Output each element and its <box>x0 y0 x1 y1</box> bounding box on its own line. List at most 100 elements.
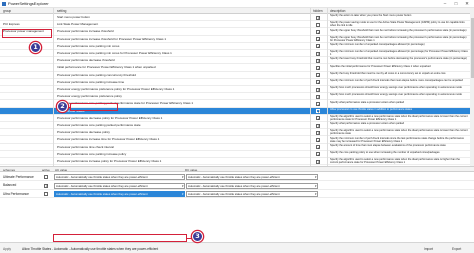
table-row[interactable]: Processor performance increase threshold… <box>0 36 470 43</box>
table-row[interactable]: Start menu power button Specify the actio… <box>0 14 470 22</box>
hidden-checkbox[interactable] <box>316 130 321 135</box>
table-row[interactable]: Processor performance time check interva… <box>0 144 470 151</box>
description-cell: Specify the action to take when you pres… <box>330 14 412 18</box>
hidden-checkbox[interactable] <box>316 102 321 107</box>
chevron-down-icon[interactable]: ▾ <box>182 184 184 188</box>
column-header-schemes[interactable]: schemes <box>3 168 15 172</box>
minimize-icon[interactable]: – <box>440 0 450 7</box>
scheme-row[interactable]: Ultimate Performance Automatic - Automati… <box>0 173 474 181</box>
description-cell: Specify the algorithm used to select a n… <box>330 115 468 122</box>
hidden-checkbox[interactable] <box>316 94 321 99</box>
hidden-checkbox[interactable] <box>316 152 321 157</box>
chevron-down-icon[interactable]: ▾ <box>315 184 317 188</box>
hidden-checkbox[interactable] <box>316 22 320 27</box>
highlight-box-ac-value <box>53 234 187 242</box>
group-cell: PCI Express <box>3 22 20 27</box>
setting-cell: Processor performance core parking min c… <box>57 51 172 55</box>
ac-value-dropdown[interactable]: Automatic - Automatically use throttle s… <box>54 174 185 180</box>
hidden-checkbox[interactable] <box>316 44 321 49</box>
description-cell: Allow processors to use throttle states … <box>330 107 413 111</box>
chevron-down-icon[interactable]: ▾ <box>182 192 184 196</box>
description-cell: Specify the minimum number of unparked c… <box>330 50 468 57</box>
export-button[interactable]: Export <box>452 247 461 251</box>
ac-value-text: Automatic - Automatically use throttle s… <box>56 183 148 188</box>
active-checkbox[interactable] <box>44 175 48 179</box>
column-header-group[interactable]: group <box>3 9 11 13</box>
active-checkbox[interactable] <box>44 183 49 188</box>
scheme-name: Ultimate Performance <box>3 174 34 179</box>
chevron-down-icon[interactable]: ▾ <box>315 192 317 196</box>
setting-cell: Processor performance decrease threshold <box>57 58 115 63</box>
setting-cell: Processor performance increase threshold <box>57 29 114 34</box>
hidden-checkbox[interactable] <box>316 66 321 71</box>
table-row[interactable]: Processor energy performance preference … <box>0 86 470 94</box>
close-icon[interactable]: ✕ <box>462 0 472 7</box>
apply-button[interactable]: Apply <box>3 247 11 251</box>
ac-value-dropdown[interactable]: Automatic - Automatically use throttle s… <box>54 191 185 197</box>
column-header-setting[interactable]: setting <box>57 9 66 13</box>
table-row[interactable]: Initial performance for Processor Power … <box>0 64 470 72</box>
table-row[interactable]: PCI Express Link State Power Management Sp… <box>0 21 470 29</box>
chevron-down-icon[interactable]: ▾ <box>182 175 184 179</box>
description-cell: Specify how much processors should favor… <box>330 86 462 90</box>
ac-value-dropdown[interactable]: Automatic - Automatically use throttle s… <box>54 182 185 189</box>
description-cell: Specify the core parking policy to use w… <box>330 151 440 155</box>
column-header-hidden[interactable]: hidden <box>313 9 323 13</box>
scheme-row[interactable]: Balanced Automatic - Automatically use th… <box>0 182 474 190</box>
hidden-checkbox[interactable] <box>316 145 321 150</box>
scheme-row[interactable]: Ultra Performance Automatic - Automatical… <box>0 190 474 198</box>
table-row[interactable]: Processor performance core parking min c… <box>0 43 470 50</box>
hidden-checkbox[interactable] <box>316 30 321 35</box>
active-checkbox[interactable] <box>44 192 48 196</box>
status-bar: Apply Allow Throttle States - Automatic … <box>0 242 474 253</box>
hidden-checkbox[interactable] <box>316 159 321 164</box>
settings-grid[interactable]: Start menu power button Specify the actio… <box>0 14 470 166</box>
dc-value-dropdown[interactable]: Automatic - Automatically use throttle s… <box>186 191 318 197</box>
table-row[interactable]: Processor performance core parking incre… <box>0 151 470 158</box>
step-badge-1: 1 <box>30 42 41 53</box>
hidden-checkbox[interactable] <box>316 116 321 121</box>
description-cell: Specify the upper busy threshold that mu… <box>330 35 467 42</box>
column-header-dc[interactable]: DC value <box>185 168 197 172</box>
dc-value-dropdown[interactable]: Automatic - Automatically use throttle s… <box>186 174 318 180</box>
hidden-checkbox[interactable] <box>316 80 321 85</box>
setting-cell: Processor performance increase time for … <box>57 137 160 142</box>
hidden-checkbox[interactable] <box>316 15 321 20</box>
maximize-icon[interactable]: □ <box>451 0 461 7</box>
hidden-checkbox[interactable] <box>316 51 321 56</box>
title-bar: PowerSettingsExplorer – □ ✕ <box>0 0 474 8</box>
table-row[interactable]: Processor performance increase time for … <box>0 136 470 144</box>
column-header-description[interactable]: description <box>330 9 345 13</box>
import-button[interactable]: Import <box>424 247 433 251</box>
setting-cell: Processor performance decrease policy <box>57 130 110 135</box>
hidden-checkbox[interactable] <box>316 58 321 63</box>
hidden-checkbox[interactable] <box>316 37 321 42</box>
hidden-checkbox[interactable] <box>316 123 321 128</box>
table-row[interactable]: Processor performance core parking parke… <box>0 122 470 130</box>
table-row[interactable]: Processor performance core parking concu… <box>0 72 470 79</box>
table-row[interactable]: Processor performance decrease threshold… <box>0 57 470 65</box>
description-cell: Specify how much processors should favor… <box>330 93 462 97</box>
table-row[interactable]: Processor performance core parking min c… <box>0 50 470 58</box>
scrollbar-thumb[interactable] <box>470 18 474 78</box>
hidden-checkbox[interactable] <box>316 109 321 114</box>
vertical-scrollbar[interactable] <box>470 8 474 166</box>
table-row[interactable]: Processor performance core parking incre… <box>0 79 470 86</box>
hidden-checkbox[interactable] <box>316 73 321 78</box>
scheme-name: Ultra Performance <box>3 191 29 196</box>
hidden-checkbox[interactable] <box>316 138 321 143</box>
scheme-name: Balanced <box>3 183 17 188</box>
step-badge-3: 3 <box>192 231 203 242</box>
setting-cell: Processor performance time check interva… <box>57 144 114 149</box>
dc-value-dropdown[interactable]: Automatic - Automatically use throttle s… <box>186 182 318 189</box>
table-row[interactable]: Processor energy performance preference … <box>0 93 470 101</box>
hidden-checkbox[interactable] <box>316 87 321 92</box>
table-row[interactable]: Processor power management Processor perf… <box>0 28 470 36</box>
description-cell: Specify what performance state a process… <box>330 100 405 104</box>
column-header-ac[interactable]: AC value <box>55 168 67 172</box>
table-row[interactable]: Processor performance decrease policy Spe… <box>0 129 470 137</box>
column-header-active[interactable]: active <box>42 168 50 172</box>
table-row[interactable]: Processor performance increase policy fo… <box>0 158 470 166</box>
chevron-down-icon[interactable]: ▾ <box>315 175 317 179</box>
table-row[interactable]: Processor performance decrease policy fo… <box>0 115 470 122</box>
